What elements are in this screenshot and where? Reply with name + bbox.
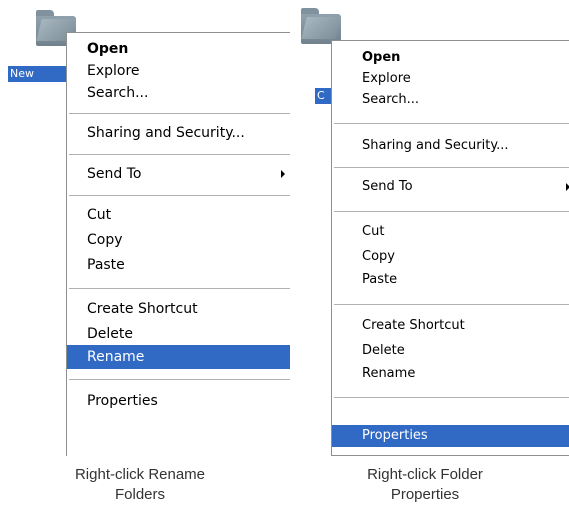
submenu-arrow-icon <box>281 170 285 178</box>
menu-separator <box>334 123 569 125</box>
right-screenshot: C Open Explore Search... Sharing and Sec… <box>293 0 569 456</box>
context-menu: Open Explore Search... Sharing and Secur… <box>66 32 290 456</box>
menu-item-properties[interactable]: Properties <box>67 389 290 413</box>
menu-item-cut[interactable]: Cut <box>332 221 569 243</box>
menu-item-cut[interactable]: Cut <box>67 203 290 227</box>
menu-item-rename[interactable]: Rename <box>332 363 569 385</box>
menu-separator <box>334 211 569 213</box>
menu-separator <box>334 167 569 169</box>
caption-rename-folders: Right-click Rename Folders <box>20 465 260 505</box>
menu-separator <box>69 154 290 156</box>
caption-line: Folders <box>114 486 166 503</box>
menu-separator <box>69 288 290 290</box>
menu-separator <box>334 397 569 399</box>
menu-item-copy[interactable]: Copy <box>67 228 290 252</box>
menu-item-delete[interactable]: Delete <box>67 322 290 346</box>
menu-item-create-shortcut[interactable]: Create Shortcut <box>67 297 290 321</box>
menu-item-copy[interactable]: Copy <box>332 246 569 268</box>
menu-item-send-to[interactable]: Send To <box>67 162 290 186</box>
menu-item-properties[interactable]: Properties <box>332 425 569 447</box>
menu-item-send-to-label: Send To <box>362 179 413 194</box>
caption-line: Right-click Rename <box>74 466 206 483</box>
menu-item-sharing-security[interactable]: Sharing and Security... <box>67 121 290 145</box>
caption-line: Properties <box>390 486 460 503</box>
menu-item-open[interactable]: Open <box>67 37 290 61</box>
menu-separator <box>69 195 290 197</box>
menu-item-search[interactable]: Search... <box>67 81 290 105</box>
menu-item-rename[interactable]: Rename <box>67 345 290 369</box>
menu-separator <box>69 379 290 381</box>
menu-item-sharing-security[interactable]: Sharing and Security... <box>332 135 569 157</box>
menu-item-send-to[interactable]: Send To <box>332 176 569 198</box>
folder-name-label[interactable]: New <box>8 66 70 82</box>
context-menu: Open Explore Search... Sharing and Secur… <box>331 40 569 456</box>
menu-separator <box>334 304 569 306</box>
caption-line: Right-click Folder <box>367 466 483 483</box>
menu-separator <box>69 113 290 115</box>
menu-item-explore[interactable]: Explore <box>67 59 290 83</box>
menu-item-open[interactable]: Open <box>332 47 569 69</box>
menu-item-send-to-label: Send To <box>87 166 142 182</box>
menu-item-paste[interactable]: Paste <box>67 253 290 277</box>
menu-item-explore[interactable]: Explore <box>332 68 569 90</box>
menu-item-delete[interactable]: Delete <box>332 340 569 362</box>
menu-item-create-shortcut[interactable]: Create Shortcut <box>332 315 569 337</box>
menu-item-paste[interactable]: Paste <box>332 269 569 291</box>
left-screenshot: New Open Explore Search... Sharing and S… <box>0 0 290 456</box>
folder-icon[interactable] <box>301 8 341 44</box>
menu-item-search[interactable]: Search... <box>332 89 569 111</box>
caption-folder-properties: Right-click Folder Properties <box>300 465 550 505</box>
